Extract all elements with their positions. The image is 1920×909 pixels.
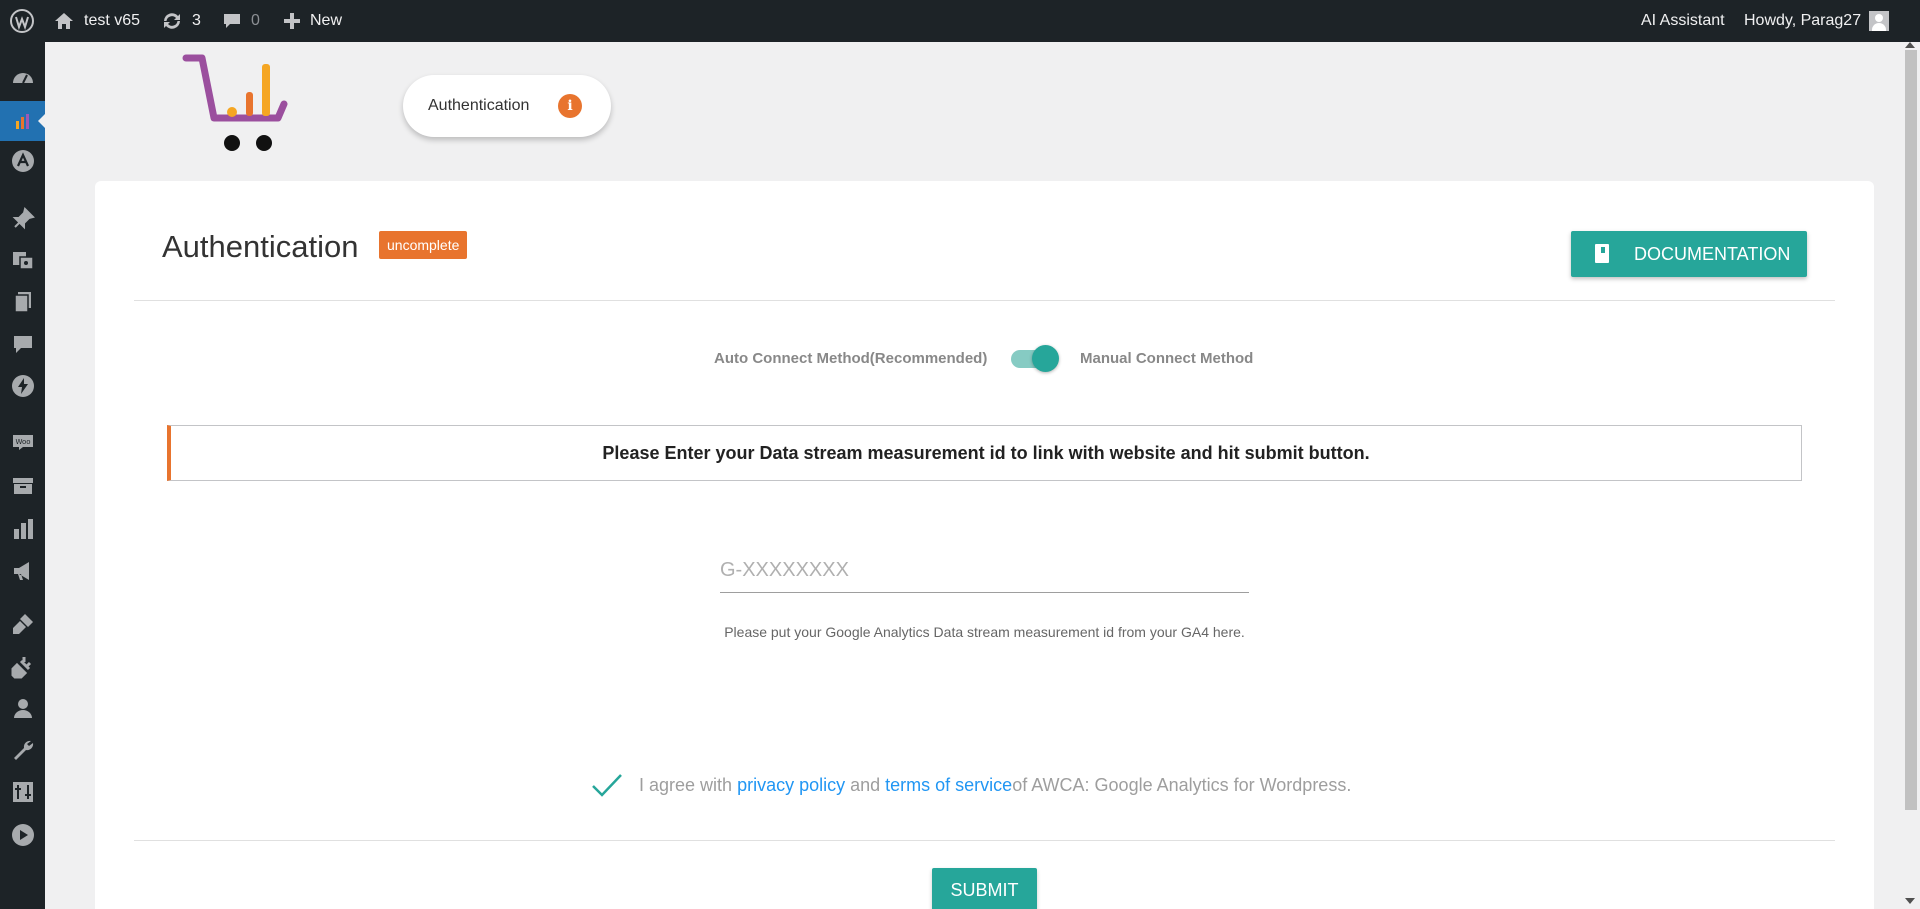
measurement-id-input[interactable] bbox=[720, 549, 1249, 593]
book-icon bbox=[1595, 244, 1609, 263]
marketing-icon[interactable] bbox=[0, 551, 45, 591]
comment-bubble-icon bbox=[224, 14, 240, 28]
manual-connect-label: Manual Connect Method bbox=[1080, 349, 1254, 367]
page-scrollbar[interactable] bbox=[1900, 42, 1920, 909]
info-icon[interactable]: i bbox=[558, 94, 582, 118]
wordpress-logo-icon[interactable] bbox=[9, 0, 35, 42]
comments-count: 0 bbox=[251, 12, 260, 29]
connect-method-toggle-row: Auto Connect Method(Recommended) Manual … bbox=[95, 340, 1874, 376]
agree-checkbox-check-icon[interactable] bbox=[589, 770, 625, 800]
authentication-card: Authentication uncomplete DOCUMENTATION … bbox=[95, 181, 1874, 909]
connect-method-switch-knob[interactable] bbox=[1032, 345, 1059, 372]
agree-prefix: I agree with bbox=[639, 774, 738, 795]
astra-icon[interactable] bbox=[0, 141, 45, 181]
admin-sidebar: Woo bbox=[0, 42, 46, 909]
agree-terms-row: I agree with privacy policy and terms of… bbox=[589, 770, 1351, 800]
tab-authentication-label: Authentication bbox=[428, 97, 530, 114]
refresh-icon bbox=[164, 13, 180, 29]
scroll-up-arrow-icon[interactable] bbox=[1905, 42, 1915, 48]
tab-authentication[interactable]: Authentication i bbox=[403, 75, 611, 137]
products-icon[interactable] bbox=[0, 466, 45, 506]
site-name: test v65 bbox=[84, 12, 141, 29]
woo-icon[interactable]: Woo bbox=[0, 422, 45, 462]
bolt-icon[interactable] bbox=[0, 366, 45, 406]
avatar bbox=[1869, 11, 1890, 31]
howdy-label: Howdy, Parag27 bbox=[1744, 12, 1862, 29]
documentation-button[interactable]: DOCUMENTATION bbox=[1571, 231, 1807, 277]
new-content-link[interactable]: New bbox=[283, 0, 342, 42]
measurement-id-helper: Please put your Google Analytics Data st… bbox=[724, 624, 1245, 640]
ai-assistant-link[interactable]: AI Assistant bbox=[1641, 0, 1725, 42]
agree-suffix: of AWCA: Google Analytics for Wordpress. bbox=[1012, 774, 1352, 795]
plugins-icon[interactable] bbox=[0, 647, 45, 687]
pages-icon[interactable] bbox=[0, 282, 45, 322]
privacy-policy-link[interactable]: privacy policy bbox=[737, 775, 845, 796]
settings-icon[interactable] bbox=[0, 772, 45, 812]
submit-button[interactable]: SUBMIT bbox=[932, 868, 1037, 909]
site-name-link[interactable]: test v65 bbox=[53, 0, 140, 42]
comments-link[interactable]: 0 bbox=[222, 0, 260, 42]
play-icon[interactable] bbox=[0, 815, 45, 855]
ai-assistant-label: AI Assistant bbox=[1641, 12, 1725, 29]
updates-link[interactable]: 3 bbox=[160, 0, 201, 42]
documentation-label: DOCUMENTATION bbox=[1634, 244, 1791, 264]
plugin-chart-icon[interactable] bbox=[0, 101, 46, 141]
plus-icon bbox=[284, 13, 300, 29]
info-notice: Please Enter your Data stream measuremen… bbox=[167, 425, 1802, 481]
pin-icon[interactable] bbox=[0, 199, 45, 239]
page-title: Authentication bbox=[162, 229, 359, 264]
admin-bar: test v65 3 0 New AI Assistant Howdy, Par… bbox=[0, 0, 1920, 42]
dashboard-icon[interactable] bbox=[0, 58, 45, 98]
terms-of-service-link[interactable]: terms of service bbox=[885, 775, 1012, 796]
scroll-down-arrow-icon[interactable] bbox=[1905, 898, 1915, 904]
new-label: New bbox=[310, 12, 343, 29]
users-icon[interactable] bbox=[0, 688, 45, 728]
header-divider bbox=[134, 300, 1835, 301]
scroll-thumb[interactable] bbox=[1905, 50, 1917, 810]
tools-icon[interactable] bbox=[0, 730, 45, 770]
footer-divider bbox=[134, 840, 1835, 841]
auto-connect-label: Auto Connect Method(Recommended) bbox=[714, 349, 988, 367]
svg-text:Woo: Woo bbox=[15, 438, 30, 446]
status-badge: uncomplete bbox=[379, 231, 468, 259]
media-icon[interactable] bbox=[0, 240, 45, 280]
agree-middle: and bbox=[845, 774, 886, 795]
analytics-icon[interactable] bbox=[0, 509, 45, 549]
appearance-icon[interactable] bbox=[0, 604, 45, 644]
home-icon bbox=[55, 13, 73, 29]
comments-icon[interactable] bbox=[0, 324, 45, 364]
updates-count: 3 bbox=[192, 12, 201, 29]
my-account-link[interactable]: Howdy, Parag27 bbox=[1744, 0, 1890, 42]
plugin-logo bbox=[180, 54, 290, 154]
